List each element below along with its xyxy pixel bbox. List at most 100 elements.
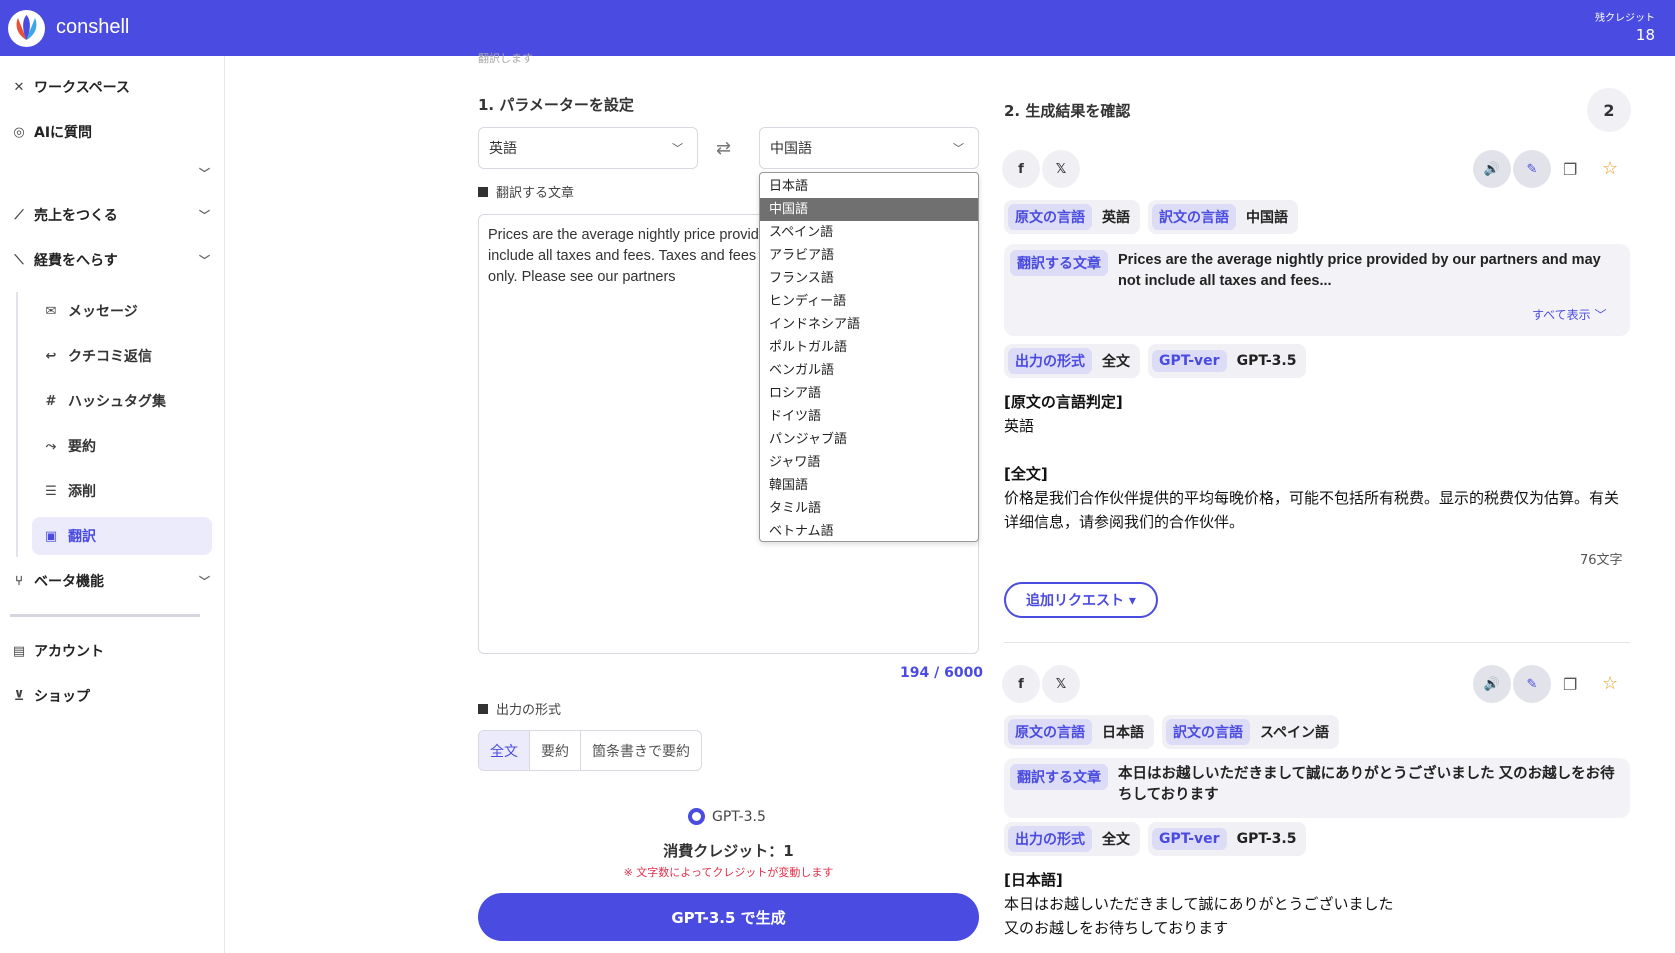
pill-tag: 翻訳する文章 [1010, 250, 1108, 276]
sidebar-item-translate[interactable]: ▣ 翻訳 [32, 517, 212, 555]
swap-languages-icon[interactable]: ⇄ [716, 138, 731, 159]
format-option-full[interactable]: 全文 [479, 731, 530, 770]
sidebar-item-collapsed[interactable]: ﹀ [10, 156, 210, 190]
speaker-icon[interactable]: 🔊 [1473, 665, 1511, 703]
sidebar-item-account[interactable]: ▤ アカウント [10, 634, 210, 668]
dropdown-option[interactable]: ジャワ語 [760, 451, 978, 474]
dropdown-option[interactable]: インドネシア語 [760, 313, 978, 336]
output-heading: [日本語] [1004, 871, 1063, 889]
chevron-down-icon: ﹀ [199, 167, 210, 180]
copy-icon[interactable]: ❐ [1563, 160, 1577, 179]
gpt-pill: GPT-ver GPT-3.5 [1148, 822, 1307, 856]
output-text: 又のお越しをお待ちしております [1004, 919, 1229, 937]
facebook-share-icon[interactable]: f [1002, 665, 1040, 703]
dropdown-option[interactable]: タミル語 [760, 497, 978, 520]
target-language-value: 中国語 [770, 141, 812, 157]
sidebar-item-proofread[interactable]: ☰ 添削 [32, 472, 212, 510]
chevron-down-icon: ﹀ [199, 209, 210, 222]
radio-selected-icon [688, 808, 705, 825]
output-heading: [原文の言語判定] [1004, 393, 1123, 411]
output-format-toggle: 全文 要約 箇条書きで要約 [478, 730, 702, 771]
format-option-summary[interactable]: 要約 [530, 731, 581, 770]
source-lang-pill: 原文の言語 英語 [1004, 200, 1140, 234]
model-radio[interactable]: GPT-3.5 [688, 808, 766, 825]
dropdown-option[interactable]: スペイン語 [760, 221, 978, 244]
result-meta-row-2: 出力の形式 全文 GPT-ver GPT-3.5 [1004, 344, 1307, 378]
source-text-label: 翻訳する文章 [478, 182, 574, 201]
char-counter: 194 / 6000 [900, 665, 984, 681]
credit-label: 残クレジット [1595, 13, 1655, 24]
sidebar-item-hashtags[interactable]: # ハッシュタグ集 [32, 382, 212, 420]
dropdown-option[interactable]: ロシア語 [760, 382, 978, 405]
chart-down-icon: ⟍ [14, 252, 24, 268]
dropdown-option-selected[interactable]: 中国語 [760, 198, 978, 221]
pill-tag: 訳文の言語 [1166, 719, 1250, 745]
logo-icon[interactable] [8, 10, 45, 47]
show-all-link[interactable]: すべて表示 ﹀ [1532, 306, 1607, 323]
tools-icon: ✕ [13, 79, 25, 95]
pill-value: 英語 [1102, 210, 1130, 226]
brand-name[interactable]: conshell [56, 16, 129, 39]
result-output: [日本語] 本日はお越しいただきまして誠にありがとうございました 又のお越しをお… [1004, 868, 1630, 940]
sidebar-divider [10, 614, 200, 617]
pill-tag: GPT-ver [1152, 350, 1227, 372]
dropdown-option[interactable]: ベンガル語 [760, 359, 978, 382]
dropdown-option[interactable]: ベトナム語 [760, 520, 978, 541]
hash-icon: # [45, 393, 57, 409]
copy-icon[interactable]: ❐ [1563, 675, 1577, 694]
sidebar-item-label: 要約 [68, 439, 96, 455]
dropdown-option[interactable]: パンジャブ語 [760, 428, 978, 451]
result-divider [1004, 642, 1630, 643]
generate-button[interactable]: GPT-3.5 で生成 [478, 893, 979, 941]
sidebar-item-sales[interactable]: ⟋ 売上をつくる ﹀ [10, 198, 210, 232]
cut-off-text: 翻訳します [478, 52, 533, 65]
sidebar-item-beta[interactable]: ⑂ ベータ機能 ﹀ [10, 564, 210, 598]
add-request-button[interactable]: 追加リクエスト ▾ [1004, 582, 1158, 618]
dropdown-option[interactable]: ヒンディー語 [760, 290, 978, 313]
dropdown-option[interactable]: ポルトガル語 [760, 336, 978, 359]
chevron-down-icon: ﹀ [672, 142, 683, 155]
reply-icon: ↩ [45, 348, 57, 364]
chevron-down-icon: ﹀ [199, 575, 210, 588]
dropdown-option[interactable]: 韓国語 [760, 474, 978, 497]
pill-tag: GPT-ver [1152, 828, 1227, 850]
target-language-select[interactable]: 中国語 ﹀ [759, 127, 979, 169]
translate-icon: ▣ [44, 528, 58, 544]
x-share-icon[interactable]: 𝕏 [1042, 665, 1080, 703]
output-text: 价格是我们合作伙伴提供的平均每晚价格，可能不包括所有税费。显示的税费仅为估算。有… [1004, 489, 1620, 531]
dropdown-option[interactable]: 日本語 [760, 175, 978, 198]
square-bullet-icon [478, 703, 488, 714]
facebook-share-icon[interactable]: f [1002, 150, 1040, 188]
sidebar-item-summary[interactable]: ⤳ 要約 [32, 427, 212, 465]
edit-pencil-icon[interactable]: ✎ [1513, 665, 1551, 703]
credit-value: 18 [1635, 26, 1655, 44]
sidebar-item-message[interactable]: ✉ メッセージ [32, 292, 212, 330]
dropdown-option[interactable]: フランス語 [760, 267, 978, 290]
source-text-box: 翻訳する文章 本日はお越しいただきまして誠にありがとうございました 又のお越しを… [1004, 758, 1630, 818]
sidebar-item-label: ショップ [34, 689, 90, 705]
dropdown-option[interactable]: アラビア語 [760, 244, 978, 267]
x-share-icon[interactable]: 𝕏 [1042, 150, 1080, 188]
sidebar-item-label: 添削 [68, 484, 96, 500]
sidebar-item-label: 経費をへらす [34, 253, 118, 269]
format-option-bullets[interactable]: 箇条書きで要約 [581, 731, 701, 770]
sidebar-item-ask-ai[interactable]: ◎ AIに質問 [10, 115, 210, 149]
sidebar-item-workspace[interactable]: ✕ ワークスペース [10, 70, 210, 104]
speaker-icon[interactable]: 🔊 [1473, 150, 1511, 188]
favorite-star-icon[interactable]: ☆ [1602, 673, 1618, 694]
pill-value: 日本語 [1102, 725, 1144, 741]
source-language-select[interactable]: 英語 ﹀ [478, 127, 698, 169]
format-pill: 出力の形式 全文 [1004, 344, 1140, 378]
result-meta-row: 原文の言語 英語 訳文の言語 中国語 [1004, 200, 1298, 234]
edit-pencil-icon[interactable]: ✎ [1513, 150, 1551, 188]
sidebar-item-shop[interactable]: ⊻ ショップ [10, 679, 210, 713]
favorite-star-icon[interactable]: ☆ [1602, 158, 1618, 179]
pill-tag: 訳文の言語 [1152, 204, 1236, 230]
sidebar-item-review-reply[interactable]: ↩ クチコミ返信 [32, 337, 212, 375]
sidebar-item-cost[interactable]: ⟍ 経費をへらす ﹀ [10, 243, 210, 277]
chevron-down-icon: ﹀ [199, 254, 210, 267]
credit-consumption: 消費クレジット：1 [663, 842, 794, 860]
dropdown-option[interactable]: ドイツ語 [760, 405, 978, 428]
sidebar-item-label: ベータ機能 [34, 574, 104, 590]
merge-arrow-icon: ⤳ [45, 438, 57, 454]
